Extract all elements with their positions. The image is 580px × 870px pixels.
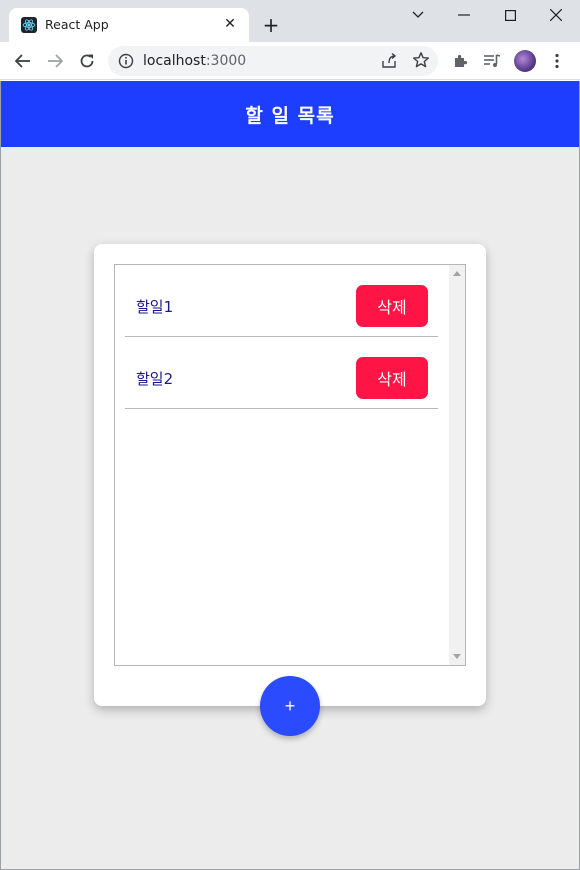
media-icon[interactable] xyxy=(482,51,502,71)
todo-list-box[interactable]: 할일1 삭제 할일2 삭제 xyxy=(114,264,466,666)
kebab-menu-icon[interactable] xyxy=(547,51,567,71)
scroll-up-arrow-icon[interactable] xyxy=(453,271,461,276)
scroll-down-arrow-icon[interactable] xyxy=(453,654,461,659)
tab-title: React App xyxy=(45,17,109,32)
url-text: localhost:3000 xyxy=(143,53,246,69)
todo-card: 할일1 삭제 할일2 삭제 xyxy=(94,244,486,706)
todo-item: 할일1 삭제 xyxy=(125,265,438,337)
todo-list: 할일1 삭제 할일2 삭제 xyxy=(125,265,438,409)
url-port: :3000 xyxy=(205,53,247,69)
page-title: 할 일 목록 xyxy=(245,104,335,127)
todo-item: 할일2 삭제 xyxy=(125,337,438,409)
reload-icon[interactable] xyxy=(76,50,98,72)
close-window-icon[interactable] xyxy=(544,4,568,26)
address-bar[interactable]: localhost:3000 xyxy=(108,46,438,76)
page-viewport: 할 일 목록 할일1 삭제 할일2 삭제 + xyxy=(0,81,580,870)
info-icon[interactable] xyxy=(118,53,134,69)
new-tab-button[interactable]: + xyxy=(260,13,282,37)
browser-toolbar: localhost:3000 xyxy=(0,42,580,80)
share-icon[interactable] xyxy=(380,52,398,70)
list-scrollbar[interactable] xyxy=(449,265,465,665)
back-icon[interactable] xyxy=(12,50,34,72)
url-host: localhost xyxy=(143,53,206,69)
browser-tab[interactable]: React App ✕ xyxy=(9,8,249,42)
profile-avatar[interactable] xyxy=(514,50,536,72)
star-icon[interactable] xyxy=(412,51,430,69)
delete-button[interactable]: 삭제 xyxy=(356,285,428,327)
react-favicon-icon xyxy=(21,17,37,33)
tab-strip: React App ✕ + xyxy=(0,0,580,42)
todo-text: 할일1 xyxy=(136,298,174,316)
maximize-icon[interactable] xyxy=(498,4,522,26)
add-todo-button[interactable]: + xyxy=(260,676,320,736)
forward-icon[interactable] xyxy=(44,50,66,72)
tab-search-chevron-down-icon[interactable] xyxy=(406,4,430,26)
app-header: 할 일 목록 xyxy=(1,81,579,147)
extensions-icon[interactable] xyxy=(451,51,471,71)
tab-close-icon[interactable]: ✕ xyxy=(221,15,239,33)
todo-text: 할일2 xyxy=(136,370,174,388)
minimize-icon[interactable] xyxy=(452,4,476,26)
delete-button[interactable]: 삭제 xyxy=(356,357,428,399)
